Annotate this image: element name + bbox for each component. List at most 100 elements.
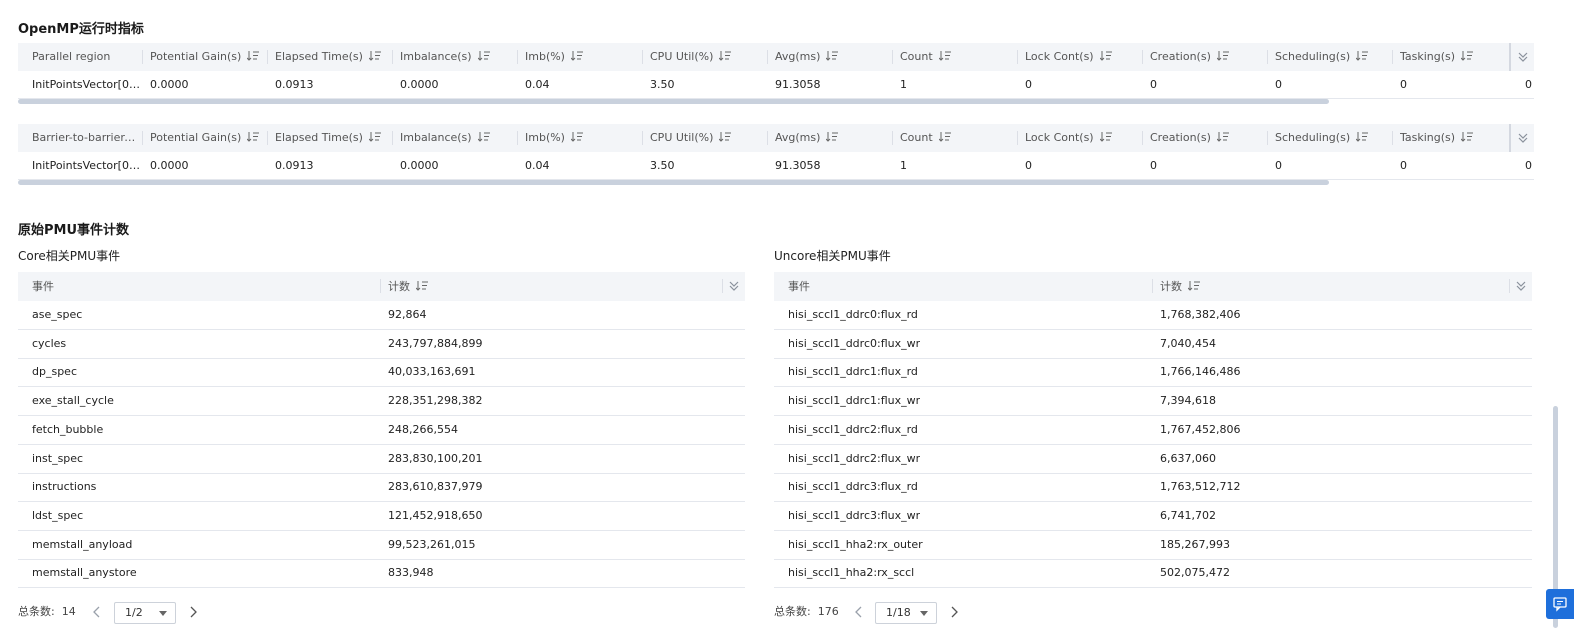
column-header[interactable]: CPU Util(%) <box>650 43 732 71</box>
column-label: Avg(ms) <box>775 50 821 63</box>
next-page-button[interactable] <box>186 604 200 620</box>
table-row[interactable]: hisi_sccl1_ddrc2:flux_wr 6,637,060 <box>774 445 1532 474</box>
column-header[interactable]: Count <box>900 124 951 152</box>
column-divider <box>1017 50 1018 64</box>
sort-icon[interactable] <box>938 51 951 61</box>
sort-icon[interactable] <box>247 51 260 61</box>
sort-icon[interactable] <box>1216 51 1229 61</box>
column-header[interactable]: Avg(ms) <box>775 124 839 152</box>
sort-icon[interactable] <box>570 51 583 61</box>
sort-icon[interactable] <box>570 132 583 142</box>
core-pmu-table: 事件 计数 ase_spec 92,864 cycles 243,797,884,89… <box>18 272 745 589</box>
column-label: CPU Util(%) <box>650 131 714 144</box>
column-settings-button[interactable] <box>1509 124 1533 152</box>
sort-icon[interactable] <box>1188 281 1200 291</box>
table-row[interactable]: hisi_sccl1_ddrc0:flux_wr 7,040,454 <box>774 330 1532 359</box>
column-header[interactable]: Count <box>900 43 951 71</box>
column-header[interactable]: Creation(s) <box>1150 124 1229 152</box>
table-row[interactable]: memstall_anyload 99,523,261,015 <box>18 531 745 560</box>
table-row[interactable]: InitPointsVector[0]... 0.0000 0.0913 0.0000… <box>18 71 1534 99</box>
sort-icon[interactable] <box>938 132 951 142</box>
sort-icon[interactable] <box>477 132 490 142</box>
horizontal-scrollbar[interactable] <box>18 99 1329 104</box>
column-settings-button[interactable] <box>1509 43 1533 71</box>
column-header[interactable]: Tasking(s) <box>1400 124 1474 152</box>
horizontal-scrollbar[interactable] <box>18 180 1329 185</box>
double-chevron-down-icon[interactable] <box>1515 280 1527 292</box>
column-divider <box>1142 131 1143 145</box>
table-row[interactable]: hisi_sccl1_ddrc1:flux_rd 1,766,146,486 <box>774 358 1532 388</box>
sort-icon[interactable] <box>719 51 732 61</box>
table-row[interactable]: hisi_sccl1_ddrc1:flux_wr 7,394,618 <box>774 387 1532 417</box>
sort-icon[interactable] <box>1356 132 1369 142</box>
table-row[interactable]: fetch_bubble 248,266,554 <box>18 416 745 445</box>
table-row[interactable]: ldst_spec 121,452,918,650 <box>18 502 745 531</box>
sort-icon[interactable] <box>477 51 490 61</box>
table-row[interactable]: cycles 243,797,884,899 <box>18 330 745 359</box>
column-header[interactable]: Imbalance(s) <box>400 124 490 152</box>
table-row[interactable]: hisi_sccl1_ddrc3:flux_wr 6,741,702 <box>774 502 1532 531</box>
sort-icon[interactable] <box>719 132 732 142</box>
column-header[interactable]: Scheduling(s) <box>1275 124 1369 152</box>
prev-page-button[interactable] <box>90 604 104 620</box>
column-label: Imbalance(s) <box>400 50 472 63</box>
column-header[interactable]: Tasking(s) <box>1400 43 1474 71</box>
table-row[interactable]: hisi_sccl1_hha2:rx_outer 185,267,993 <box>774 531 1532 560</box>
table-row[interactable]: ase_spec 92,864 <box>18 301 745 330</box>
table-row[interactable]: dp_spec 40,033,163,691 <box>18 358 745 388</box>
column-header-count[interactable]: 计数 <box>1160 272 1200 301</box>
sort-icon[interactable] <box>416 281 428 291</box>
feedback-button[interactable] <box>1546 589 1574 619</box>
table-row[interactable]: inst_spec 283,830,100,201 <box>18 445 745 474</box>
event-name: hisi_sccl1_ddrc3:flux_rd <box>788 480 918 494</box>
column-header[interactable]: Lock Cont(s) <box>1025 43 1112 71</box>
table-cell: 0.0913 <box>275 159 314 172</box>
sort-icon[interactable] <box>1099 51 1112 61</box>
double-chevron-down-icon[interactable] <box>728 280 740 292</box>
column-header[interactable]: Imb(%) <box>525 124 583 152</box>
column-header-count[interactable]: 计数 <box>388 272 428 301</box>
sort-icon[interactable] <box>368 51 381 61</box>
table-row[interactable]: memstall_anystore 833,948 <box>18 559 745 589</box>
column-header[interactable]: Creation(s) <box>1150 43 1229 71</box>
column-header[interactable]: Potential Gain(s) <box>150 124 260 152</box>
sort-icon[interactable] <box>247 132 260 142</box>
column-header[interactable]: Lock Cont(s) <box>1025 124 1112 152</box>
sort-icon[interactable] <box>1216 132 1229 142</box>
next-page-button[interactable] <box>947 604 961 620</box>
table-row[interactable]: hisi_sccl1_ddrc0:flux_rd 1,768,382,406 <box>774 301 1532 330</box>
prev-page-button[interactable] <box>852 604 866 620</box>
column-divider <box>1152 279 1153 293</box>
sort-icon[interactable] <box>826 51 839 61</box>
table-row[interactable]: exe_stall_cycle 228,351,298,382 <box>18 387 745 417</box>
table-row[interactable]: instructions 283,610,837,979 <box>18 473 745 503</box>
column-header[interactable]: Avg(ms) <box>775 43 839 71</box>
column-header[interactable]: Elapsed Time(s) <box>275 43 381 71</box>
table-row[interactable]: hisi_sccl1_ddrc3:flux_rd 1,763,512,712 <box>774 473 1532 503</box>
column-header[interactable]: Elapsed Time(s) <box>275 124 381 152</box>
table-cell: 0.04 <box>525 159 550 172</box>
column-header[interactable]: Scheduling(s) <box>1275 43 1369 71</box>
caret-down-icon <box>159 611 167 616</box>
sort-icon[interactable] <box>1356 51 1369 61</box>
column-header[interactable]: CPU Util(%) <box>650 124 732 152</box>
sort-icon[interactable] <box>1099 132 1112 142</box>
page-select[interactable]: 1/18 <box>875 602 937 624</box>
column-header[interactable]: Imbalance(s) <box>400 43 490 71</box>
column-header[interactable]: Imb(%) <box>525 43 583 71</box>
table-row[interactable]: hisi_sccl1_hha2:rx_sccl 502,075,472 <box>774 559 1532 589</box>
table-row[interactable]: InitPointsVector[0]... 0.0000 0.0913 0.0000… <box>18 152 1534 180</box>
total-label: 总条数: <box>18 605 55 618</box>
table-cell: InitPointsVector[0]... <box>32 78 142 91</box>
column-header[interactable]: Potential Gain(s) <box>150 43 260 71</box>
event-count: 248,266,554 <box>388 422 458 436</box>
page-select[interactable]: 1/2 <box>114 602 176 624</box>
table-row[interactable]: hisi_sccl1_ddrc2:flux_rd 1,767,452,806 <box>774 416 1532 445</box>
column-label: 计数 <box>1160 280 1182 293</box>
sort-icon[interactable] <box>1461 51 1474 61</box>
sort-icon[interactable] <box>368 132 381 142</box>
event-name: exe_stall_cycle <box>32 394 114 408</box>
event-name: hisi_sccl1_ddrc2:flux_wr <box>788 451 921 465</box>
sort-icon[interactable] <box>826 132 839 142</box>
sort-icon[interactable] <box>1461 132 1474 142</box>
